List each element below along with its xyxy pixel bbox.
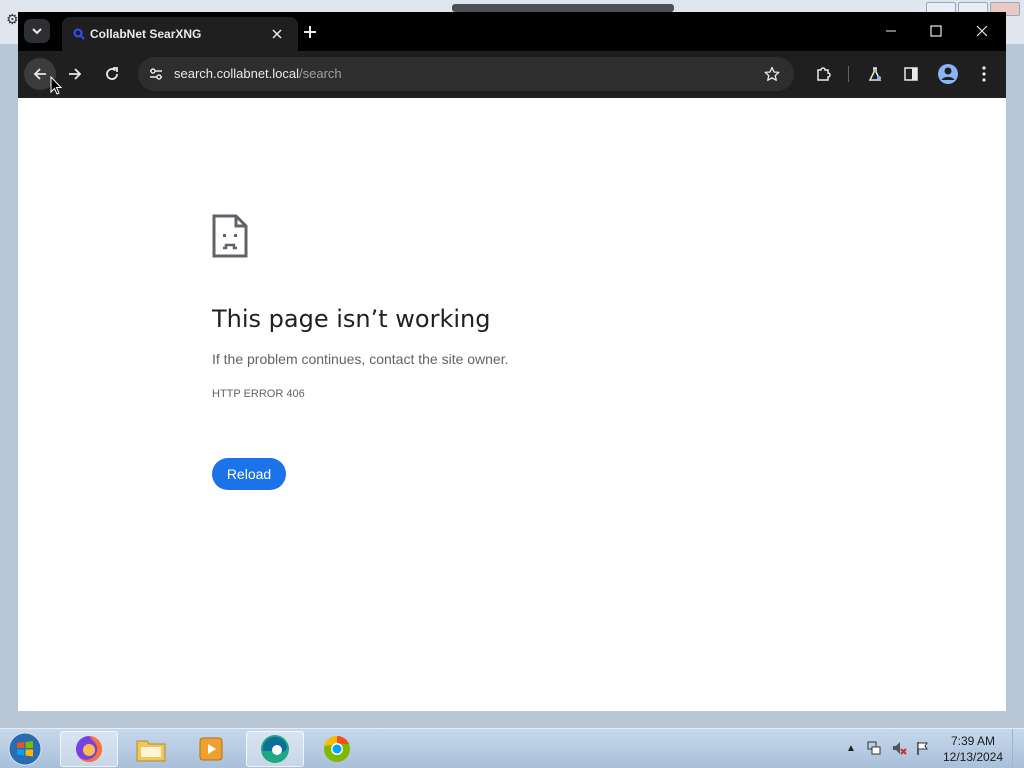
file-explorer-icon [136,740,166,762]
extensions-button[interactable] [807,58,839,90]
more-vert-icon [982,66,986,82]
browser-window: CollabNet SearXNG search.collabnet.local… [18,12,1006,711]
maximize-button[interactable] [918,18,954,44]
tray-expand-icon[interactable]: ▲ [843,740,859,756]
close-window-button[interactable] [964,18,1000,44]
taskbar-media-player[interactable] [182,731,240,767]
windows-start-icon [8,732,42,766]
start-button[interactable] [6,731,44,767]
flask-icon [868,67,882,81]
tab-close-button[interactable] [268,25,286,43]
menu-button[interactable] [968,58,1000,90]
system-clock[interactable]: 7:39 AM 12/13/2024 [940,733,1006,765]
tab-active[interactable]: CollabNet SearXNG [62,17,298,51]
show-desktop-button[interactable] [1012,729,1024,768]
address-bar[interactable]: search.collabnet.local/search [138,57,794,91]
toolbar: search.collabnet.local/search [18,51,1006,97]
taskbar: ▲ 7:39 AM 12/13/2024 [0,728,1024,768]
error-code: HTTP ERROR 406 [212,388,305,400]
bookmark-button[interactable] [762,64,782,84]
title-bar: CollabNet SearXNG [18,12,1006,51]
network-icon [867,741,881,755]
taskbar-file-explorer[interactable] [122,731,180,767]
labs-button[interactable] [859,58,891,90]
side-panel-button[interactable] [895,58,927,90]
tab-title: CollabNet SearXNG [90,27,202,41]
network-icon[interactable] [866,740,882,756]
edge-browser-icon [261,735,289,763]
toolbar-divider [848,66,849,82]
page-content: This page isn’t working If the problem c… [18,98,1006,711]
error-title: This page isn’t working [212,305,491,333]
plus-icon [304,26,316,38]
close-icon [272,29,282,39]
action-center-flag-icon[interactable] [915,740,931,756]
star-icon [764,66,780,81]
sad-page-icon [212,214,248,258]
speaker-muted-icon [893,742,907,755]
mouse-cursor-icon [50,76,62,95]
side-panel-icon [904,67,918,81]
tab-search-button[interactable] [24,19,50,43]
taskbar-chrome[interactable] [308,731,366,767]
profile-button[interactable] [932,58,964,90]
puzzle-icon [817,67,831,81]
avatar-icon [938,64,958,84]
maximize-icon [930,25,942,37]
reload-button[interactable]: Reload [212,458,286,490]
chevron-down-icon [32,28,42,35]
background-window-titlebar [452,4,674,12]
url-path: /search [299,66,342,81]
refresh-icon [106,67,118,80]
taskbar-edge[interactable] [246,731,304,767]
minimize-icon [886,30,896,32]
reload-toolbar-button[interactable] [96,58,128,90]
flag-icon [917,742,928,755]
site-info-button[interactable] [146,64,166,84]
arrow-right-icon [69,68,82,80]
close-icon [976,25,988,37]
media-player-icon [199,737,223,761]
chrome-icon [324,735,350,762]
error-message: If the problem continues, contact the si… [212,351,509,367]
url-host: search.collabnet.local [174,66,300,81]
clock-time: 7:39 AM [950,734,996,748]
firefox-icon [76,736,102,762]
clock-date: 12/13/2024 [942,750,1004,764]
tune-icon [150,68,162,80]
minimize-button[interactable] [873,18,909,44]
forward-button[interactable] [59,58,91,90]
url-text: search.collabnet.local/search [174,66,342,81]
arrow-left-icon [33,68,46,80]
searxng-favicon-icon [73,28,85,40]
volume-muted-icon[interactable] [891,740,907,756]
taskbar-firefox[interactable] [60,731,118,767]
new-tab-button[interactable] [298,20,322,44]
